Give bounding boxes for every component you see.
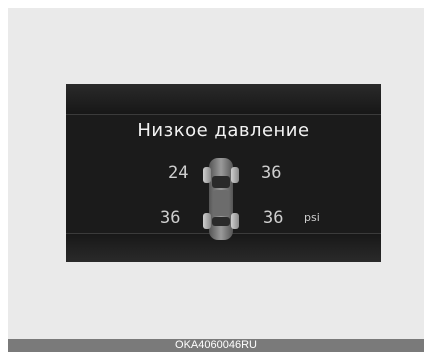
- rear-right-pressure: 36: [263, 208, 284, 228]
- rear-left-pressure: 36: [160, 208, 181, 228]
- warning-title: Низкое давление: [137, 120, 310, 141]
- front-right-tire: [231, 167, 239, 183]
- front-right-pressure: 36: [261, 163, 282, 183]
- rear-right-tire: [231, 213, 239, 229]
- image-frame: Низкое давление 24 36 36 36 psi: [8, 8, 424, 339]
- front-left-tire: [203, 167, 211, 183]
- front-left-pressure: 24: [168, 163, 189, 183]
- rear-left-tire: [203, 213, 211, 229]
- display-top-band: [66, 84, 381, 115]
- car-top-view-icon: [203, 158, 239, 240]
- image-caption: OKA4060046RU: [8, 339, 424, 352]
- pressure-unit: psi: [304, 211, 320, 224]
- tpms-display-panel: Низкое давление 24 36 36 36 psi: [66, 84, 381, 262]
- car-body: [209, 158, 233, 240]
